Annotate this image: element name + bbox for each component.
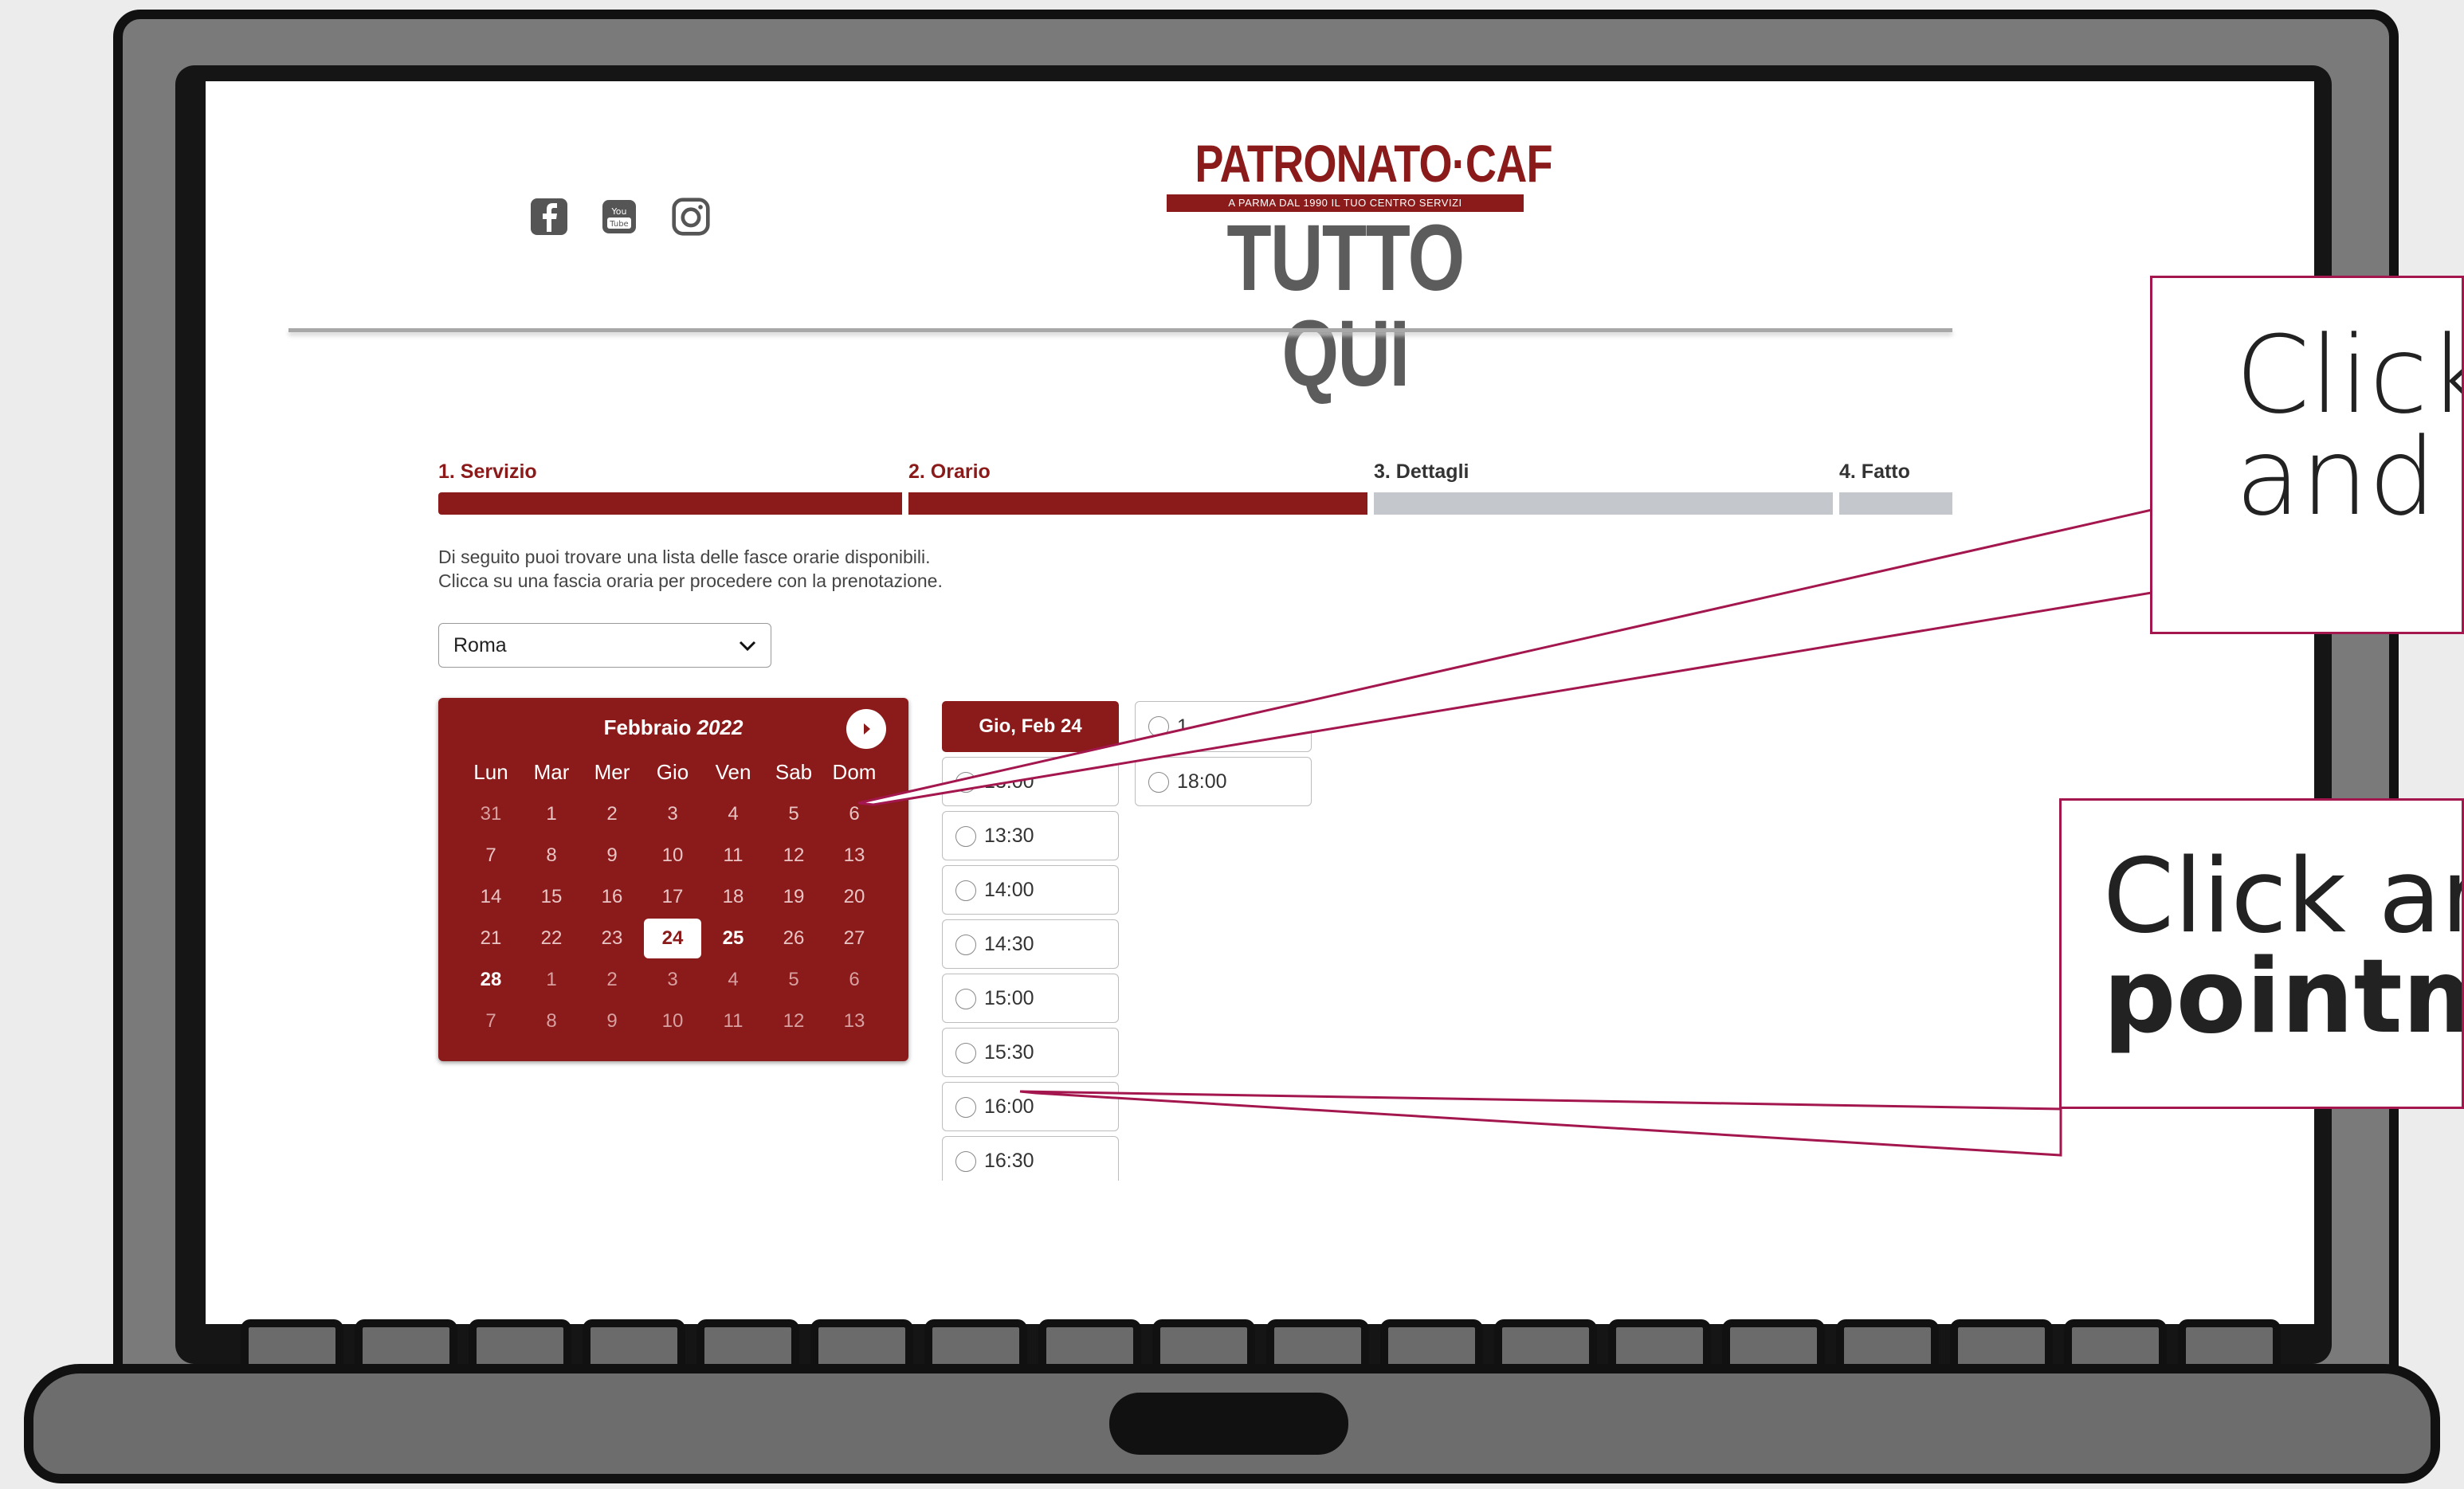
callout-top-line-2: and bbox=[2235, 415, 2437, 539]
callout-top-line-1: Click bbox=[2235, 313, 2462, 437]
callout-top-leader bbox=[857, 508, 2153, 806]
callout-bottom: Click ar pointm bbox=[2059, 798, 2464, 1109]
callout-top: Click and bbox=[2150, 276, 2464, 634]
callout-bottom-leader bbox=[1019, 1090, 2062, 1157]
callout-leaders bbox=[857, 508, 2153, 1157]
callout-bottom-line-1: Click ar bbox=[2103, 837, 2464, 956]
callout-bottom-line-2: pointm bbox=[2103, 938, 2462, 1056]
